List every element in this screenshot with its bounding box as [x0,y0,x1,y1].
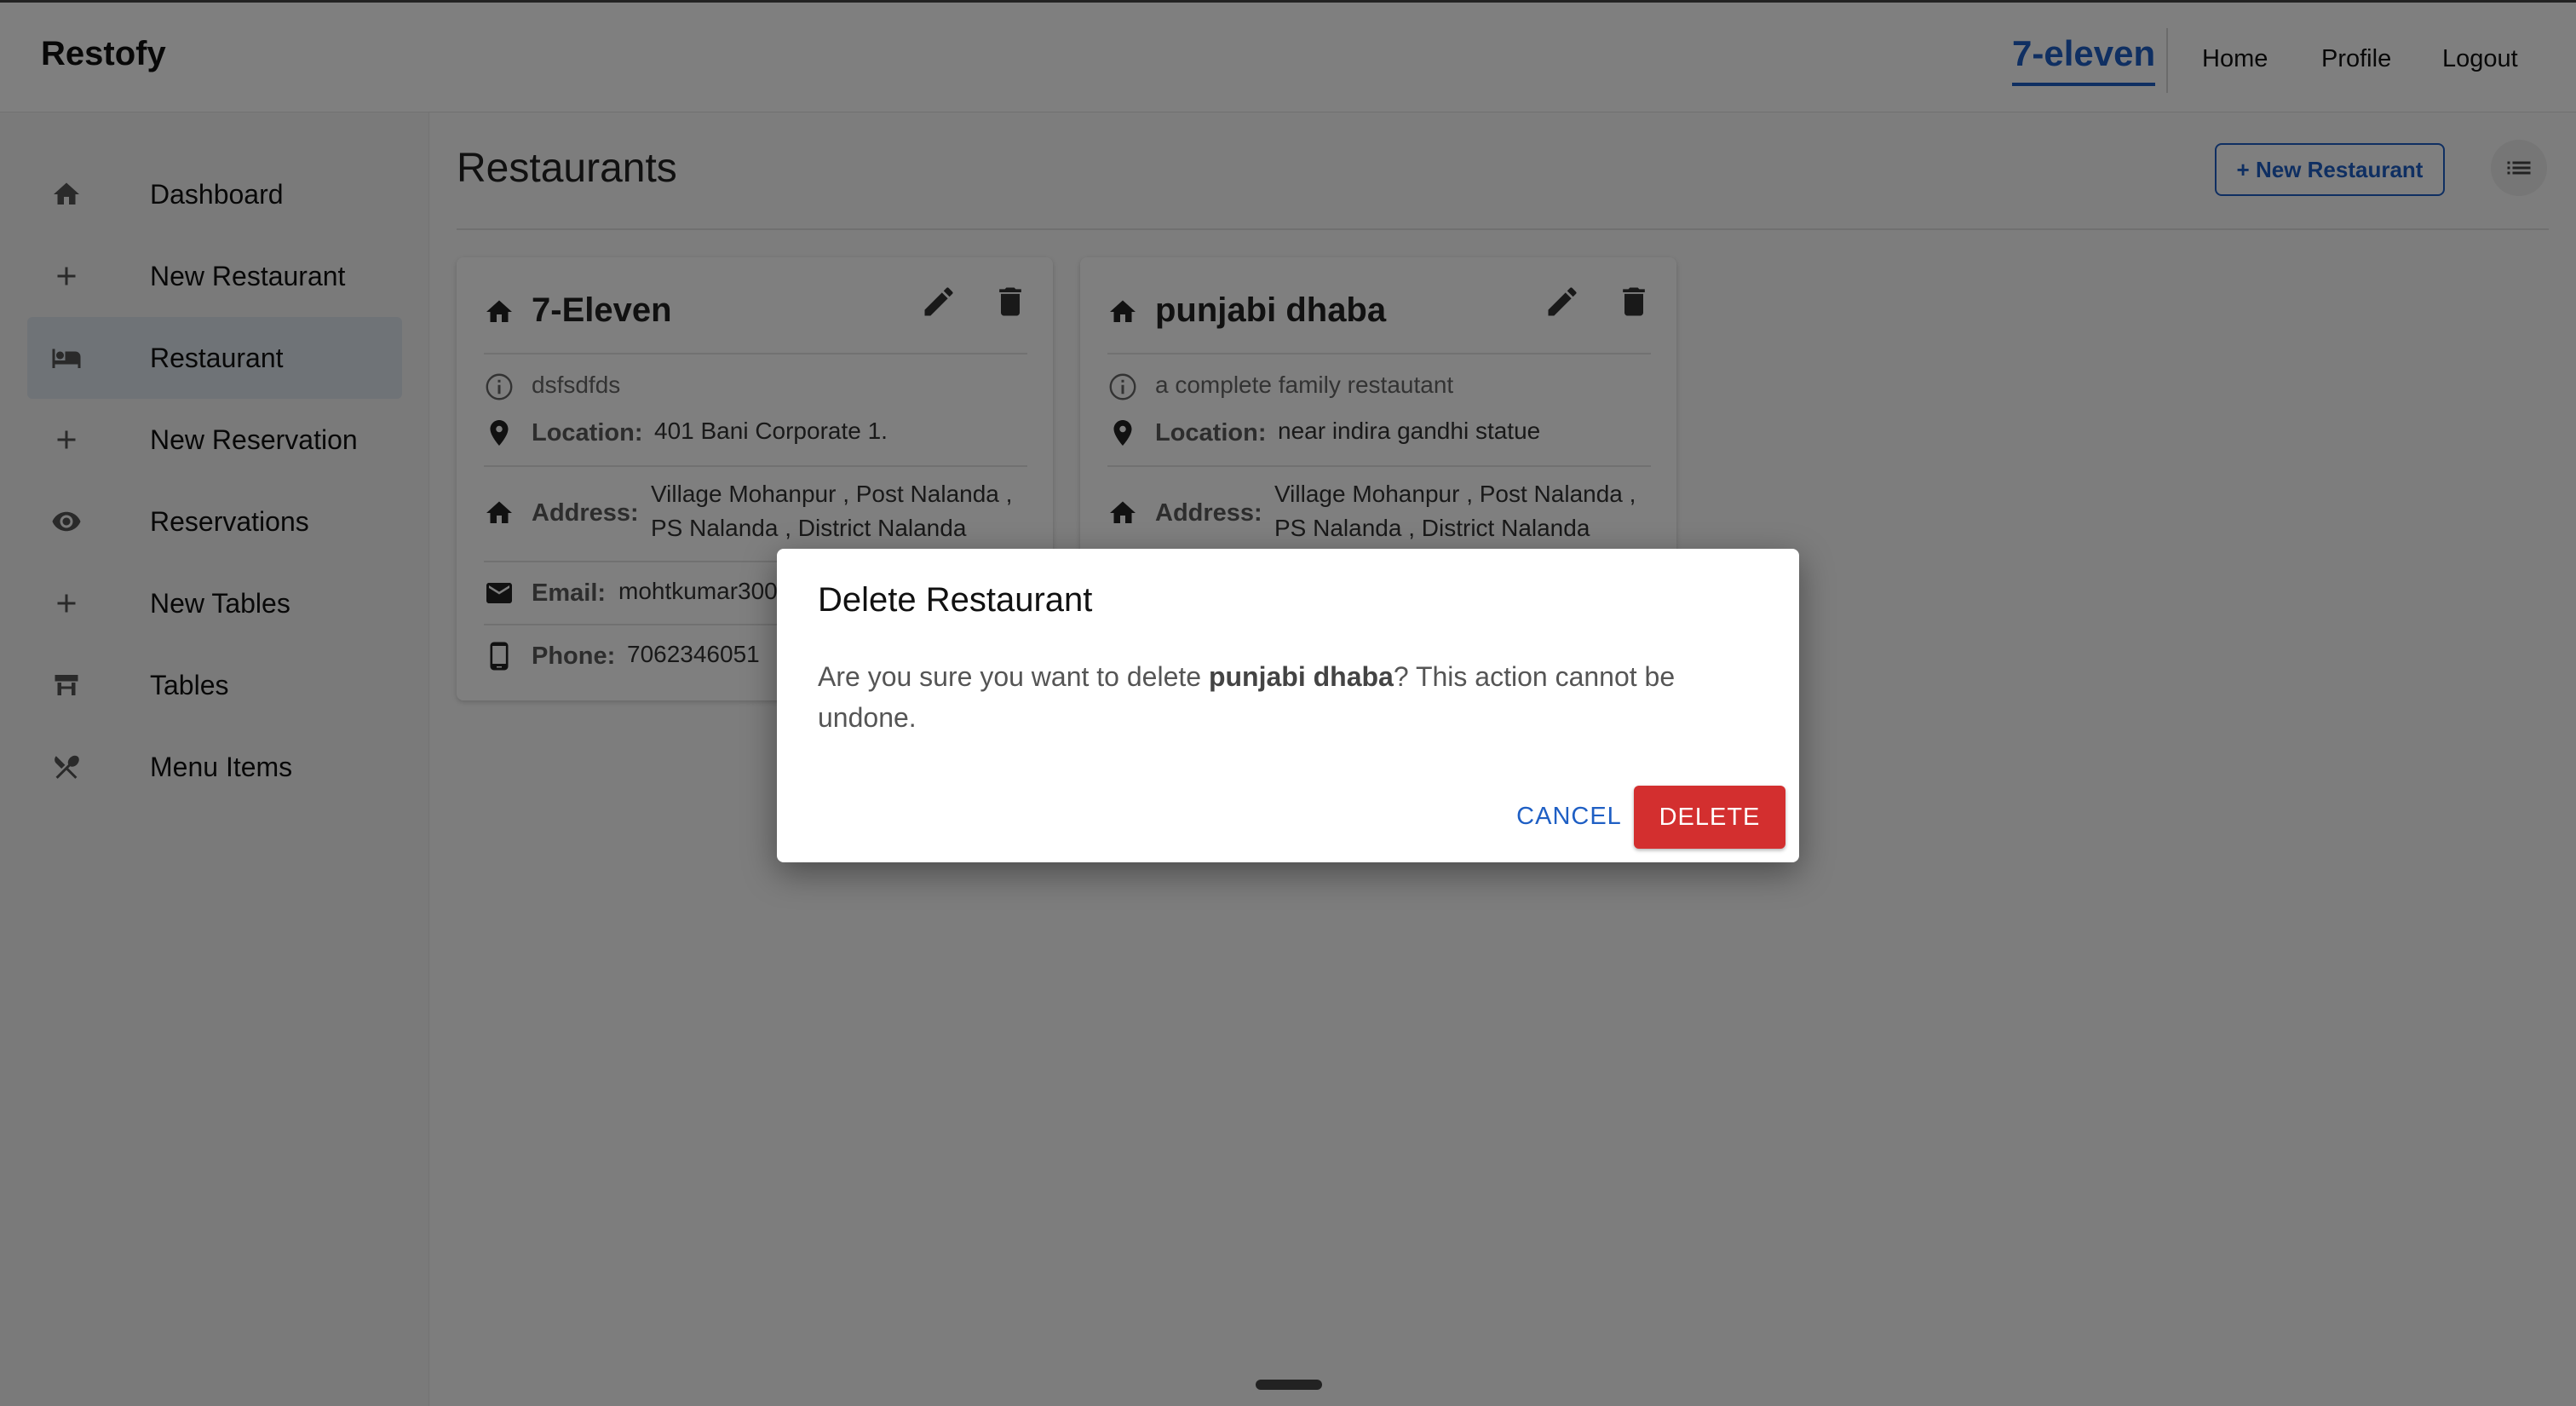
dialog-message-prefix: Are you sure you want to delete [818,661,1209,692]
delete-button[interactable]: DELETE [1634,786,1785,849]
bottom-scroll-handle[interactable] [1256,1380,1322,1390]
dialog-message: Are you sure you want to delete punjabi … [818,656,1755,738]
dialog-title: Delete Restaurant [818,581,1093,619]
delete-confirm-dialog: Delete Restaurant Are you sure you want … [777,549,1799,862]
cancel-button[interactable]: CANCEL [1492,786,1646,847]
dialog-target-name: punjabi dhaba [1208,661,1394,692]
